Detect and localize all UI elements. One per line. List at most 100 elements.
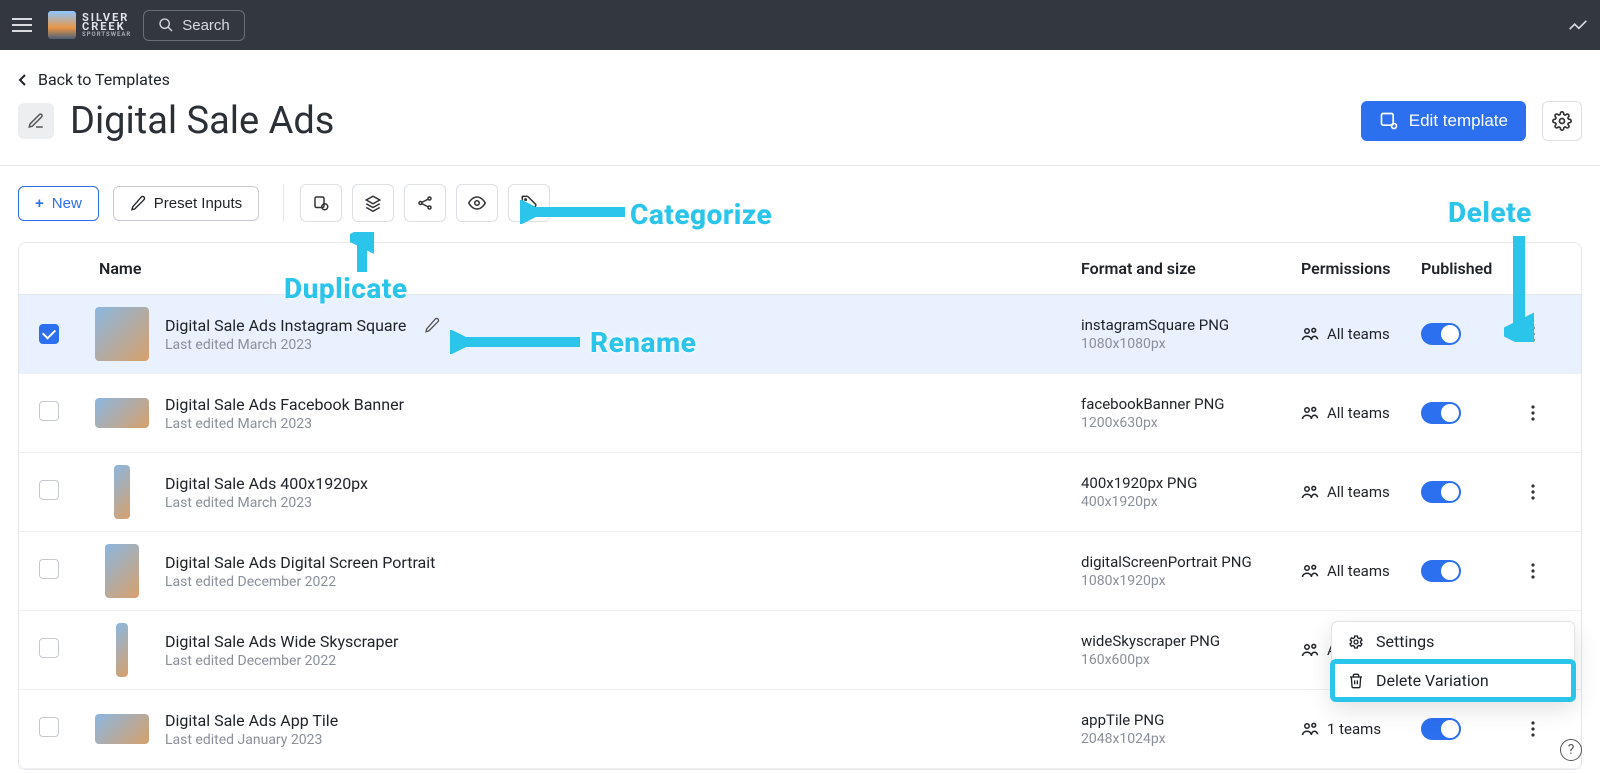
people-icon — [1301, 641, 1319, 659]
row-checkbox[interactable] — [39, 559, 59, 579]
row-menu-icon[interactable] — [1521, 559, 1545, 583]
row-menu-icon[interactable] — [1521, 717, 1545, 741]
row-menu-icon[interactable] — [1521, 401, 1545, 425]
row-thumbnail[interactable] — [95, 307, 149, 361]
row-format: instagramSquare PNG — [1081, 316, 1301, 334]
dropdown-settings-label: Settings — [1376, 632, 1434, 651]
published-toggle[interactable] — [1421, 718, 1461, 740]
table-row[interactable]: Digital Sale Ads 400x1920pxLast edited M… — [19, 453, 1581, 532]
brand-logo[interactable]: SILVER CREEK SPORTSWEAR — [48, 11, 131, 39]
row-menu-icon[interactable] — [1521, 322, 1545, 346]
row-format: 400x1920px PNG — [1081, 474, 1301, 492]
published-toggle[interactable] — [1421, 402, 1461, 424]
row-thumbnail[interactable] — [114, 465, 130, 519]
menu-icon[interactable] — [12, 13, 36, 37]
gear-icon — [1348, 634, 1364, 650]
row-size: 160x600px — [1081, 652, 1301, 668]
search-label: Search — [182, 17, 230, 34]
row-name-label: Digital Sale Ads Wide Skyscraper — [165, 632, 398, 651]
col-header-name[interactable]: Name — [79, 259, 1081, 278]
row-checkbox[interactable] — [39, 480, 59, 500]
people-icon — [1301, 325, 1319, 343]
row-size: 1080x1080px — [1081, 336, 1301, 352]
search-icon — [158, 17, 174, 33]
row-permissions[interactable]: All teams — [1301, 483, 1421, 501]
gear-icon — [1552, 111, 1572, 131]
share-icon[interactable] — [404, 184, 446, 222]
search-button[interactable]: Search — [143, 10, 245, 41]
plus-icon: + — [35, 195, 44, 212]
row-checkbox[interactable] — [39, 401, 59, 421]
row-menu-icon[interactable] — [1521, 480, 1545, 504]
preset-label: Preset Inputs — [154, 195, 242, 212]
people-icon — [1301, 720, 1319, 738]
row-size: 1200x630px — [1081, 415, 1301, 431]
row-format: digitalScreenPortrait PNG — [1081, 553, 1301, 571]
people-icon — [1301, 483, 1319, 501]
row-checkbox[interactable] — [39, 638, 59, 658]
row-edited-label: Last edited December 2022 — [165, 574, 1081, 590]
table-row[interactable]: Digital Sale Ads Digital Screen Portrait… — [19, 532, 1581, 611]
trash-icon — [1348, 673, 1364, 689]
back-to-templates[interactable]: Back to Templates — [18, 50, 170, 95]
col-header-format[interactable]: Format and size — [1081, 259, 1301, 278]
action-copy-icon[interactable] — [300, 184, 342, 222]
row-permissions[interactable]: All teams — [1301, 404, 1421, 422]
row-thumbnail[interactable] — [116, 623, 128, 677]
pencil-icon — [130, 195, 146, 211]
col-header-permissions[interactable]: Permissions — [1301, 259, 1421, 278]
row-checkbox[interactable] — [39, 717, 59, 737]
row-name-label: Digital Sale Ads App Tile — [165, 711, 338, 730]
row-size: 2048x1024px — [1081, 731, 1301, 747]
row-permissions[interactable]: 1 teams — [1301, 720, 1421, 738]
row-edited-label: Last edited March 2023 — [165, 337, 1081, 353]
row-thumbnail[interactable] — [105, 544, 139, 598]
duplicate-icon[interactable] — [352, 184, 394, 222]
people-icon — [1301, 562, 1319, 580]
edit-title-icon[interactable] — [18, 103, 54, 139]
tag-icon[interactable] — [508, 184, 550, 222]
edit-template-icon — [1379, 111, 1399, 131]
preview-icon[interactable] — [456, 184, 498, 222]
row-permissions[interactable]: All teams — [1301, 562, 1421, 580]
top-bar: SILVER CREEK SPORTSWEAR Search — [0, 0, 1600, 50]
analytics-icon[interactable] — [1568, 15, 1588, 35]
settings-icon-button[interactable] — [1542, 101, 1582, 141]
table-row[interactable]: Digital Sale Ads Facebook BannerLast edi… — [19, 374, 1581, 453]
row-permissions[interactable]: All teams — [1301, 325, 1421, 343]
page-title: Digital Sale Ads — [70, 99, 334, 143]
help-icon[interactable]: ? — [1560, 739, 1582, 761]
published-toggle[interactable] — [1421, 481, 1461, 503]
row-name-label: Digital Sale Ads 400x1920px — [165, 474, 368, 493]
variations-table: Name Format and size Permissions Publish… — [18, 242, 1582, 770]
title-row: Digital Sale Ads Edit template — [18, 95, 1582, 165]
row-size: 1080x1920px — [1081, 573, 1301, 589]
preset-inputs-button[interactable]: Preset Inputs — [113, 186, 259, 221]
row-thumbnail[interactable] — [95, 714, 149, 744]
table-header: Name Format and size Permissions Publish… — [19, 243, 1581, 295]
row-format: appTile PNG — [1081, 711, 1301, 729]
col-header-published[interactable]: Published — [1421, 259, 1521, 278]
row-name-label: Digital Sale Ads Facebook Banner — [165, 395, 404, 414]
row-thumbnail[interactable] — [95, 398, 149, 428]
brand-mark-icon — [48, 11, 76, 39]
row-format: wideSkyscraper PNG — [1081, 632, 1301, 650]
dropdown-settings[interactable]: Settings — [1332, 622, 1574, 661]
published-toggle[interactable] — [1421, 323, 1461, 345]
row-checkbox[interactable] — [39, 324, 59, 344]
brand-text: SILVER CREEK SPORTSWEAR — [82, 13, 131, 37]
action-row: + New Preset Inputs — [18, 166, 1582, 242]
row-edited-label: Last edited January 2023 — [165, 732, 1081, 748]
published-toggle[interactable] — [1421, 560, 1461, 582]
new-button[interactable]: + New — [18, 186, 99, 221]
back-link-label: Back to Templates — [38, 70, 170, 89]
table-row[interactable]: Digital Sale Ads Instagram SquareLast ed… — [19, 295, 1581, 374]
new-label: New — [52, 195, 82, 212]
rename-icon[interactable] — [424, 317, 440, 333]
dropdown-delete-variation[interactable]: Delete Variation — [1332, 661, 1574, 700]
edit-template-button[interactable]: Edit template — [1361, 101, 1526, 141]
dropdown-delete-label: Delete Variation — [1376, 671, 1489, 690]
table-row[interactable]: Digital Sale Ads App Tile Last edited Jan… — [19, 690, 1581, 769]
row-size: 400x1920px — [1081, 494, 1301, 510]
row-edited-label: Last edited December 2022 — [165, 653, 1081, 669]
